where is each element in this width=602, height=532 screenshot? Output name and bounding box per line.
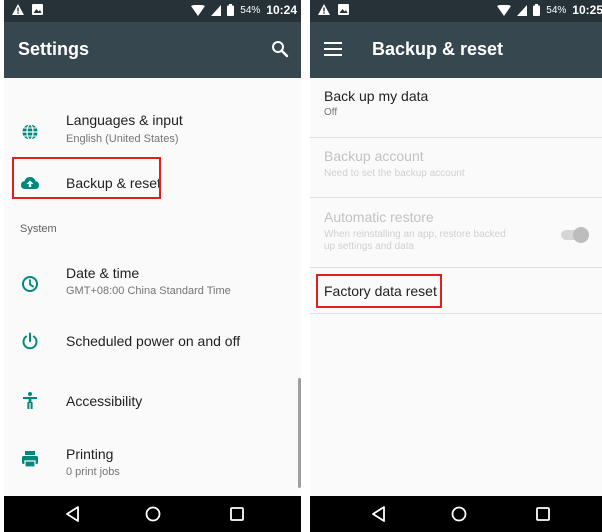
status-bar: 54% 10:25 <box>310 0 602 22</box>
settings-item-title: Accessibility <box>66 393 143 409</box>
home-icon[interactable] <box>144 505 162 523</box>
settings-item-printing[interactable]: Printing 0 print jobs <box>4 430 301 488</box>
printer-icon <box>20 449 40 469</box>
settings-item-subtitle: 0 print jobs <box>66 466 120 478</box>
settings-item-accessibility[interactable]: Accessibility <box>4 378 301 424</box>
back-icon[interactable] <box>370 505 388 523</box>
signal-icon <box>211 4 222 16</box>
item-title: Back up my data <box>324 88 429 104</box>
item-subtitle: up settings and data <box>324 241 415 252</box>
settings-screen: 54% 10:24 Settings Languages & input Eng… <box>4 0 301 532</box>
settings-item-scheduled-power[interactable]: Scheduled power on and off <box>4 318 301 364</box>
highlight-box <box>316 274 442 308</box>
app-bar: Backup & reset <box>310 22 602 78</box>
search-icon[interactable] <box>271 40 289 58</box>
settings-item-date-time[interactable]: Date & time GMT+08:00 China Standard Tim… <box>4 254 301 312</box>
clock-icon <box>20 274 40 294</box>
item-subtitle: When reinstalling an app, restore backed <box>324 229 506 240</box>
image-notification-icon <box>32 4 43 15</box>
backup-reset-screen: 54% 10:25 Backup & reset Back up my data… <box>310 0 602 532</box>
settings-item-languages[interactable]: Languages & input English (United States… <box>4 102 301 162</box>
settings-list: Languages & input English (United States… <box>4 78 301 496</box>
home-icon[interactable] <box>450 505 468 523</box>
automatic-restore-toggle <box>559 227 589 243</box>
status-bar: 54% 10:24 <box>4 0 301 22</box>
globe-icon <box>20 122 40 142</box>
backup-account-item: Backup account Need to set the backup ac… <box>310 138 602 198</box>
automatic-restore-item: Automatic restore When reinstalling an a… <box>310 198 602 268</box>
navigation-bar <box>4 496 301 532</box>
navigation-bar <box>310 496 602 532</box>
image-notification-icon <box>338 4 349 15</box>
back-up-my-data-item[interactable]: Back up my data Off <box>310 78 602 138</box>
item-subtitle: Off <box>324 107 338 118</box>
battery-icon <box>533 4 541 16</box>
item-title: Backup account <box>324 148 424 164</box>
app-bar: Settings <box>4 22 301 78</box>
scrollbar[interactable] <box>298 378 301 488</box>
battery-icon <box>227 4 235 16</box>
settings-item-subtitle: English (United States) <box>66 133 179 145</box>
settings-item-title: Scheduled power on and off <box>66 333 241 349</box>
settings-item-title: Languages & input <box>66 112 183 128</box>
warning-notification-icon <box>318 4 330 15</box>
page-title: Settings <box>18 39 90 59</box>
backup-reset-list: Back up my data Off Backup account Need … <box>310 78 602 496</box>
item-title: Automatic restore <box>324 209 434 225</box>
accessibility-icon <box>20 391 40 411</box>
status-time: 10:25 <box>572 3 602 17</box>
recents-icon[interactable] <box>228 505 246 523</box>
power-icon <box>20 331 40 351</box>
menu-icon[interactable] <box>324 42 342 56</box>
section-header: System <box>20 223 57 235</box>
settings-item-title: Date & time <box>66 265 140 281</box>
highlight-box <box>12 157 161 199</box>
battery-percent: 54% <box>546 4 567 16</box>
wifi-icon <box>191 4 206 16</box>
item-subtitle: Need to set the backup account <box>324 168 465 179</box>
recents-icon[interactable] <box>534 505 552 523</box>
status-time: 10:24 <box>266 3 297 17</box>
wifi-icon <box>497 4 512 16</box>
settings-item-subtitle: GMT+08:00 China Standard Time <box>66 285 231 297</box>
settings-item-title: Printing <box>66 446 114 462</box>
warning-notification-icon <box>12 4 24 15</box>
battery-percent: 54% <box>240 4 261 16</box>
page-title: Backup & reset <box>372 39 504 59</box>
signal-icon <box>517 4 528 16</box>
back-icon[interactable] <box>64 505 82 523</box>
